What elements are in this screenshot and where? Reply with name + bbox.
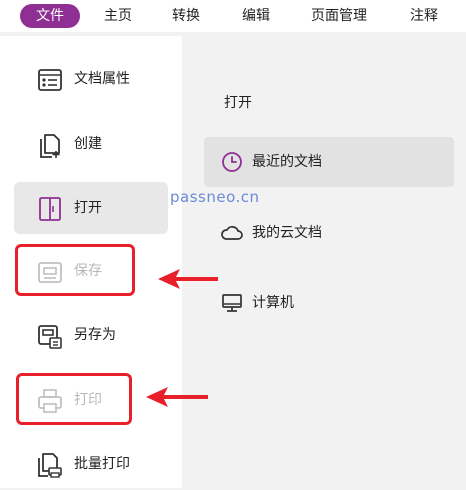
menu-tab-edit[interactable]: 编辑 [236, 4, 276, 28]
sidebar-item-label: 批量打印 [74, 456, 130, 472]
red-arrow-left-icon [158, 269, 218, 289]
document-properties-icon [36, 66, 64, 94]
sidebar-item-open[interactable]: 打开 [14, 182, 168, 234]
open-option-cloud-documents[interactable]: 我的云文档 [204, 208, 454, 258]
highlight-box-print [16, 373, 132, 425]
open-option-label: 计算机 [252, 295, 294, 311]
top-menu-bar: 文件 主页 转换 编辑 页面管理 注释 [0, 0, 466, 32]
cloud-icon [220, 221, 244, 245]
sidebar-item-save-as[interactable]: 另存为 [14, 309, 168, 361]
sidebar-item-label: 文档属性 [74, 71, 130, 87]
red-arrow-left-icon [146, 387, 208, 407]
sidebar-item-label: 另存为 [74, 327, 116, 343]
open-option-label: 最近的文档 [252, 154, 322, 170]
open-book-icon [36, 195, 64, 223]
sidebar-item-document-properties[interactable]: 文档属性 [14, 53, 168, 105]
computer-icon [220, 291, 244, 315]
menu-tab-comment[interactable]: 注释 [404, 4, 444, 28]
open-option-computer[interactable]: 计算机 [204, 278, 454, 328]
sidebar-item-batch-print[interactable]: 批量打印 [14, 438, 168, 490]
clock-icon [220, 150, 244, 174]
batch-print-icon [36, 451, 64, 479]
open-option-recent-documents[interactable]: 最近的文档 [204, 137, 454, 187]
menu-tab-home[interactable]: 主页 [98, 4, 138, 28]
open-option-label: 我的云文档 [252, 225, 322, 241]
save-as-icon [36, 322, 64, 350]
open-panel-title: 打开 [224, 95, 252, 111]
sidebar-item-label: 创建 [74, 136, 102, 152]
menu-tab-page-management[interactable]: 页面管理 [306, 4, 372, 28]
highlight-box-save [15, 244, 135, 296]
watermark-text: passneo.cn [170, 188, 260, 206]
menu-tab-convert[interactable]: 转换 [166, 4, 206, 28]
sidebar-item-label: 打开 [74, 200, 102, 216]
sidebar-item-create[interactable]: 创建 [14, 118, 168, 170]
menu-tab-file[interactable]: 文件 [20, 4, 80, 28]
create-document-icon [36, 131, 64, 159]
